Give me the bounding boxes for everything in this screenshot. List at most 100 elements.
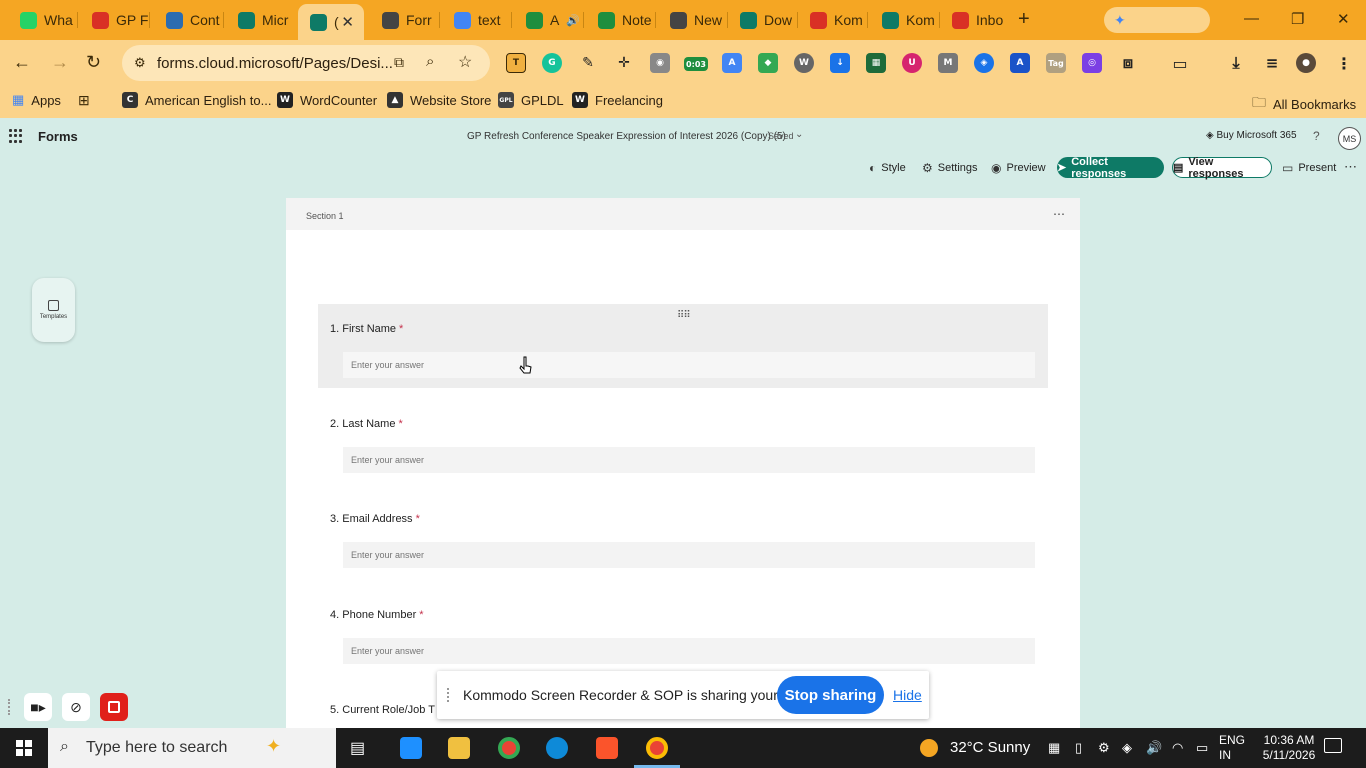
bookmark-star-icon[interactable]: ☆ [458,52,472,72]
email-input[interactable] [343,542,1035,568]
forward-button[interactable]: → [51,52,69,73]
file-explorer-icon[interactable] [448,737,470,759]
buy-microsoft-365-link[interactable]: ◈ Buy Microsoft 365 [1206,130,1297,141]
tag-icon[interactable]: ◈ [974,53,994,73]
eyedropper-icon[interactable]: ✎ [578,53,598,73]
view-responses-button[interactable]: ▤ View responses [1172,156,1272,180]
browser-tab[interactable]: GP F [80,0,150,40]
bookmark-freelancing[interactable]: W Freelancing [572,92,663,108]
chrome-icon[interactable] [498,737,520,759]
store-icon[interactable] [400,737,422,759]
task-view-icon[interactable]: ▤ [350,738,372,760]
stop-sharing-button[interactable]: Stop sharing [777,676,884,714]
clock[interactable]: 10:36 AM 5/11/2026 [1256,733,1322,763]
browser-tab[interactable]: Forr [370,0,440,40]
windows-start-icon[interactable] [16,740,32,756]
extension-dark-green-icon[interactable]: ▦ [866,53,886,73]
translate-icon[interactable]: A [722,53,742,73]
settings-button[interactable]: ⚙ Settings [922,161,978,175]
question-last-name[interactable]: 2. Last Name * [318,399,1048,483]
stop-recording-button[interactable] [100,693,128,721]
display-icon[interactable]: ▭ [1196,740,1208,756]
question-first-name[interactable]: ⠿⠿ 1. First Name * [318,304,1048,388]
tray-settings-icon[interactable]: ⚙ [1098,740,1110,756]
app-name[interactable]: Forms [38,129,78,144]
close-tab-icon[interactable]: ✕ [341,13,354,31]
recorder-extension-icon[interactable]: 0:03 [684,57,708,71]
help-icon[interactable]: ? [1313,129,1320,143]
drag-handle-icon[interactable]: ⠿⠿ [677,310,691,321]
templates-button[interactable]: Templates [32,278,75,342]
extension-blue-a-icon[interactable]: A [1010,53,1030,73]
chrome-active-icon[interactable] [646,737,668,759]
camera-toggle-button[interactable]: ■▸ [24,693,52,721]
browser-tab[interactable]: Kom [798,0,868,40]
share-bar-grip-icon[interactable] [447,688,452,702]
present-button[interactable]: ▭ Present [1282,161,1336,175]
ublock-icon[interactable]: U [902,53,922,73]
tray-app-icon[interactable]: ▦ [1048,740,1060,756]
extension-gray-icon[interactable]: M [938,53,958,73]
brave-icon[interactable] [596,737,618,759]
mic-toggle-button[interactable]: ⊘ [62,693,90,721]
close-window-button[interactable]: ✕ [1337,10,1350,28]
profile-avatar-icon[interactable]: ● [1296,53,1316,73]
phone-input[interactable] [343,638,1035,664]
app-launcher-icon[interactable] [9,129,23,143]
download-extension-icon[interactable]: ↓ [830,53,850,73]
taskbar-search[interactable]: ⌕ Type here to search ✦ [48,728,336,768]
browser-tab[interactable]: A 🔊 [514,0,584,40]
bookmark-tab-groups[interactable]: ⊞ [78,92,90,109]
question-email[interactable]: 3. Email Address * [318,494,1048,578]
network-icon[interactable]: ◈ [1122,740,1132,756]
recorder-grip-icon[interactable] [8,699,14,715]
all-bookmarks[interactable]: 🗀 All Bookmarks [1252,92,1356,116]
audio-playing-icon[interactable]: 🔊 [566,14,580,27]
browser-tab[interactable]: text [442,0,512,40]
browser-tab[interactable]: Kom [870,0,940,40]
gemini-button[interactable]: ✦ [1104,7,1210,33]
hide-link[interactable]: Hide [893,687,922,703]
more-options-icon[interactable]: ⋯ [1344,159,1357,175]
browser-tab[interactable]: (✕ [298,4,364,40]
wordpress-icon[interactable]: W [794,53,814,73]
section-more-icon[interactable]: ⋯ [1053,207,1065,221]
style-button[interactable]: ◐ Style [869,161,906,175]
chrome-menu-icon[interactable]: ⋮ [1334,53,1354,73]
browser-tab[interactable]: Cont [154,0,224,40]
bookmark-website-store[interactable]: ▲ Website Store [387,92,491,108]
avatar[interactable]: MS [1338,127,1361,150]
volume-icon[interactable]: 🔊 [1146,740,1162,756]
browser-tab[interactable]: Note [586,0,656,40]
bookmark-american-english[interactable]: C American English to... [122,92,271,108]
minimize-button[interactable]: — [1244,10,1259,27]
crosshair-icon[interactable]: ✛ [614,53,634,73]
media-control-icon[interactable]: ≡ [1262,53,1282,73]
first-name-input[interactable] [343,352,1035,378]
wifi-icon[interactable]: ◠ [1172,740,1183,756]
side-panel-icon[interactable]: ▭ [1170,53,1190,73]
edge-icon[interactable] [546,737,568,759]
site-info-icon[interactable]: ⚙ [134,55,146,71]
camera-icon[interactable]: ◉ [650,53,670,73]
bookmark-gpldl[interactable]: GPL GPLDL [498,92,564,108]
zoom-icon[interactable]: ⌕ [426,53,434,70]
extension-green-icon[interactable]: ◆ [758,53,778,73]
restore-button[interactable]: ❐ [1291,10,1304,28]
chevron-down-icon[interactable]: ⌄ [795,129,803,140]
extension-t-icon[interactable]: T [506,53,526,73]
browser-tab[interactable]: Micr [226,0,296,40]
browser-tab[interactable]: Dow [728,0,798,40]
weather-text[interactable]: 32°C Sunny [950,739,1030,756]
bookmark-wordcounter[interactable]: W WordCounter [277,92,377,108]
extensions-puzzle-icon[interactable]: ⧈ [1118,53,1138,73]
downloads-icon[interactable]: ⤓ [1226,53,1246,73]
address-bar[interactable]: ⚙ forms.cloud.microsoft/Pages/Desi... ⧉ … [122,45,490,81]
browser-tab[interactable]: New [658,0,728,40]
collect-responses-button[interactable]: ➤ Collect responses [1057,156,1164,180]
back-button[interactable]: ← [13,52,31,73]
question-phone[interactable]: 4. Phone Number * [318,590,1048,674]
browser-tab[interactable]: Wha [8,0,78,40]
browser-tab[interactable]: Inbo [940,0,1010,40]
phone-link-icon[interactable]: ▯ [1075,740,1082,756]
